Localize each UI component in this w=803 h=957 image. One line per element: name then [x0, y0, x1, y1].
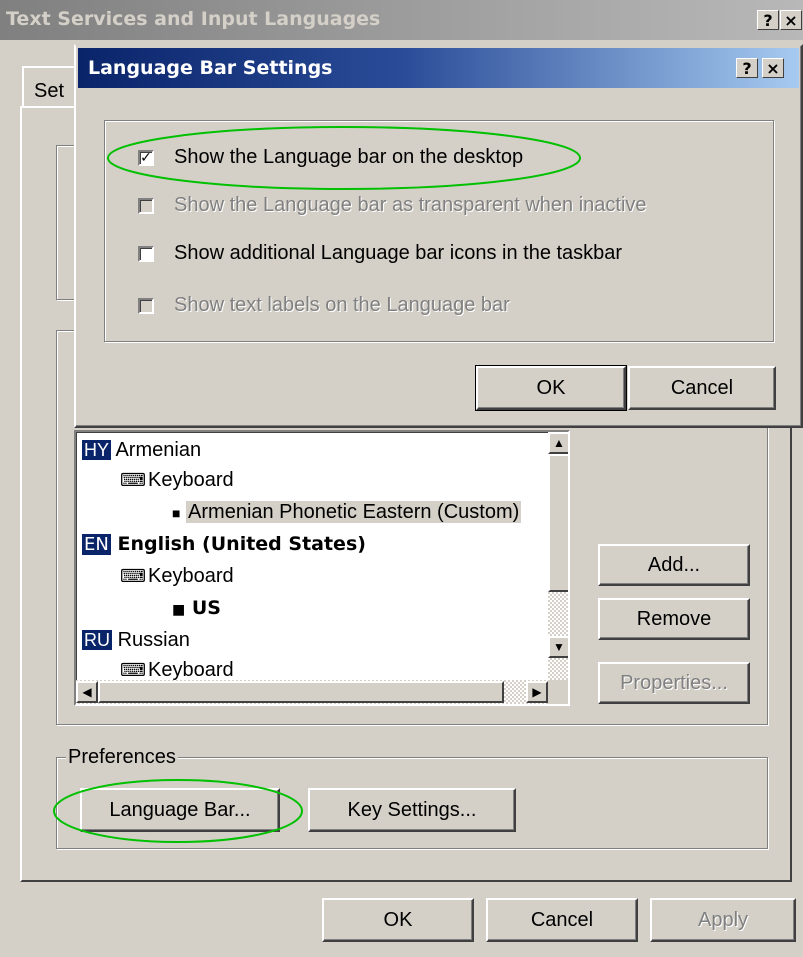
- keyboard-icon: ⌨: [120, 660, 146, 680]
- dialog-ok-button[interactable]: OK: [475, 365, 627, 411]
- list-item[interactable]: ⌨ Keyboard: [120, 468, 234, 492]
- input-type: Keyboard: [148, 659, 234, 681]
- highlight-ellipse: [53, 779, 303, 843]
- language-name: Armenian: [115, 439, 202, 461]
- scroll-right-button[interactable]: ▶: [526, 681, 548, 703]
- scroll-left-button[interactable]: ◀: [76, 681, 98, 703]
- list-item[interactable]: EN English (United States): [82, 532, 366, 557]
- scroll-up-button[interactable]: ▲: [548, 432, 568, 454]
- tab-settings[interactable]: Set: [22, 66, 82, 108]
- highlight-ellipse: [107, 126, 581, 190]
- ok-button[interactable]: OK: [322, 898, 474, 942]
- cancel-button[interactable]: Cancel: [486, 898, 638, 942]
- language-code-badge: RU: [82, 630, 112, 650]
- scroll-thumb[interactable]: [548, 454, 568, 592]
- keyboard-icon: ⌨: [120, 566, 146, 586]
- dialog-close-button[interactable]: ×: [762, 58, 784, 78]
- bullet-icon: ■: [172, 602, 186, 618]
- layout-name: Armenian Phonetic Eastern (Custom): [186, 501, 522, 523]
- language-code-badge: HY: [82, 440, 112, 460]
- list-item[interactable]: ■ Armenian Phonetic Eastern (Custom): [172, 500, 522, 525]
- language-bar-settings-dialog: Language Bar Settings ? × ✓ Show the Lan…: [74, 44, 803, 428]
- scroll-down-button[interactable]: ▼: [548, 636, 568, 658]
- additional-icons-checkbox[interactable]: [138, 246, 154, 262]
- remove-button[interactable]: Remove: [598, 598, 750, 640]
- bullet-icon: ■: [172, 505, 181, 521]
- language-name: Russian: [117, 629, 190, 651]
- list-item[interactable]: HY Armenian: [82, 438, 201, 462]
- language-listbox[interactable]: HY Armenian ⌨ Keyboard ■ Armenian Phoneti…: [74, 430, 570, 706]
- list-item[interactable]: ⌨ Keyboard: [120, 658, 234, 682]
- main-help-button[interactable]: ?: [757, 10, 779, 30]
- list-item[interactable]: ⌨ Keyboard: [120, 564, 234, 588]
- properties-button[interactable]: Properties...: [598, 662, 750, 704]
- main-window-title: Text Services and Input Languages: [6, 8, 381, 30]
- hscroll-thumb[interactable]: [98, 681, 504, 703]
- input-type: Keyboard: [148, 469, 234, 491]
- add-button[interactable]: Add...: [598, 544, 750, 586]
- key-settings-button[interactable]: Key Settings...: [308, 788, 516, 832]
- main-titlebar: Text Services and Input Languages ? ×: [0, 0, 803, 40]
- text-labels-checkbox[interactable]: [138, 298, 154, 314]
- tab-settings-label: Set: [34, 80, 65, 102]
- dialog-title: Language Bar Settings: [88, 57, 333, 79]
- apply-button[interactable]: Apply: [650, 898, 796, 942]
- dialog-cancel-button[interactable]: Cancel: [628, 366, 776, 410]
- main-close-button[interactable]: ×: [780, 10, 802, 30]
- dialog-titlebar: Language Bar Settings ? ×: [78, 48, 799, 88]
- vertical-scrollbar[interactable]: ▲ ▼: [548, 432, 568, 680]
- dialog-help-button[interactable]: ?: [736, 58, 758, 78]
- preferences-group-label: Preferences: [66, 746, 178, 769]
- scroll-corner: [548, 680, 568, 704]
- keyboard-icon: ⌨: [120, 470, 146, 490]
- list-item[interactable]: ■ US: [172, 596, 221, 622]
- layout-name: US: [191, 597, 221, 619]
- transparent-checkbox[interactable]: [138, 198, 154, 214]
- list-item[interactable]: RU Russian: [82, 628, 190, 652]
- language-name: English (United States): [117, 533, 366, 555]
- horizontal-scrollbar[interactable]: ◀ ▶: [76, 680, 548, 704]
- language-code-badge: EN: [82, 534, 111, 555]
- input-type: Keyboard: [148, 565, 234, 587]
